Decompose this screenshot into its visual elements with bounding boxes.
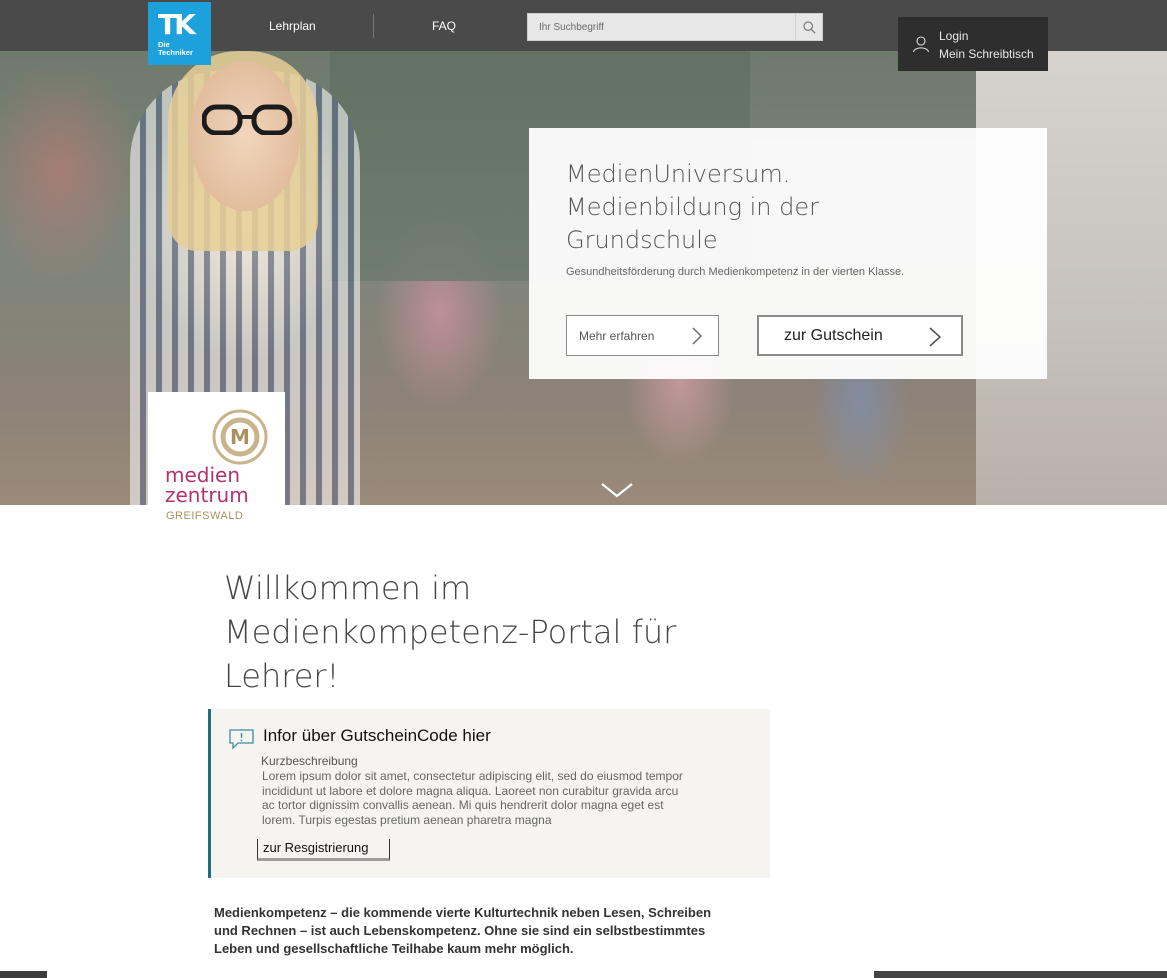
- bottom-left-strip: [0, 971, 47, 978]
- search-button[interactable]: [795, 14, 822, 40]
- my-desk-label: Mein Schreibtisch: [939, 47, 1034, 61]
- more-info-label: Mehr erfahren: [579, 329, 655, 343]
- medienzentrum-monogram-icon: M: [212, 409, 268, 465]
- chevron-right-icon: [929, 327, 941, 347]
- info-title: Infor über GutscheinCode hier: [263, 726, 491, 745]
- user-icon: [912, 36, 930, 53]
- nav-divider: [373, 14, 374, 38]
- search-icon: [802, 20, 816, 34]
- tk-logo-text: Die Techniker: [158, 40, 193, 57]
- registration-label: zur Resgistrierung: [263, 840, 369, 855]
- voucher-label: zur Gutschein: [784, 327, 883, 344]
- medienzentrum-logo[interactable]: M medien zentrum GREIFSWALD: [148, 392, 285, 529]
- hero-subtitle: Gesundheitsförderung durch Medienkompete…: [566, 266, 905, 278]
- login-label: Login: [939, 29, 969, 43]
- voucher-info-box: Infor über GutscheinCode hier Kurzbeschr…: [208, 709, 770, 878]
- chevron-right-icon: [692, 327, 702, 345]
- hero-image-glasses: [202, 104, 292, 135]
- login-button[interactable]: Login Mein Schreibtisch: [898, 17, 1048, 71]
- medienzentrum-logo-line1: medien: [165, 463, 241, 487]
- nav-link-faq[interactable]: FAQ: [432, 19, 456, 33]
- tk-logo-mark: TK: [158, 8, 196, 41]
- more-info-button[interactable]: Mehr erfahren: [566, 315, 719, 356]
- medienzentrum-logo-line2: zentrum: [165, 483, 249, 507]
- info-description-text: Lorem ipsum dolor sit amet, consectetur …: [262, 769, 683, 827]
- hero-teaser-card: MedienUniversum. Medienbildung in der Gr…: [529, 128, 1047, 379]
- svg-text:M: M: [230, 425, 250, 449]
- hero-image-face: [190, 61, 300, 211]
- nav-link-lehrplan[interactable]: Lehrplan: [269, 19, 316, 33]
- bottom-right-strip: [874, 971, 1167, 978]
- speech-bubble-alert-icon: [229, 729, 254, 750]
- info-short-description-label: Kurzbeschreibung: [261, 754, 358, 768]
- search-box: [527, 13, 823, 41]
- hero-title: MedienUniversum. Medienbildung in der Gr…: [566, 160, 819, 254]
- chevron-down-icon[interactable]: [600, 481, 634, 499]
- page: Lehrplan FAQ TK Die Techniker Login Mein…: [0, 0, 1167, 978]
- medienzentrum-logo-line3: GREIFSWALD: [166, 510, 244, 522]
- intro-paragraph: Medienkompetenz – die kommende vierte Ku…: [214, 905, 712, 956]
- search-input[interactable]: [528, 14, 796, 40]
- welcome-heading: Willkommen im Medienkompetenz-Portal für…: [224, 569, 677, 695]
- registration-button[interactable]: zur Resgistrierung: [257, 839, 390, 861]
- voucher-button[interactable]: zur Gutschein: [757, 315, 963, 356]
- tk-logo[interactable]: TK Die Techniker: [148, 2, 211, 65]
